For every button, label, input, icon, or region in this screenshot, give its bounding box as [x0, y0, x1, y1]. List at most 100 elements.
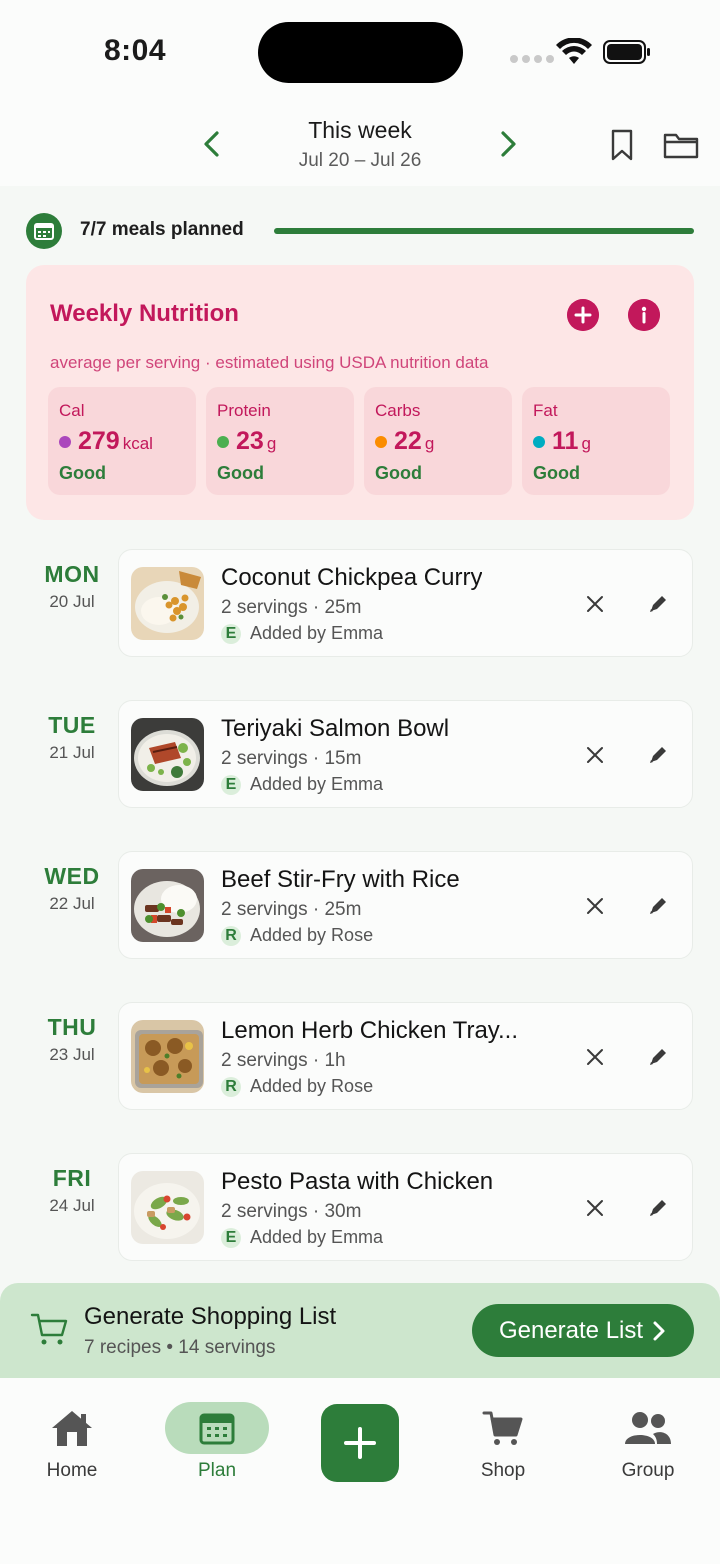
- edit-meal-button[interactable]: [647, 1046, 669, 1068]
- tab-label: Shop: [480, 1460, 526, 1481]
- meal-row-fri: FRI 24 Jul Pesto Pasta with Chicken 2 se…: [0, 1153, 720, 1261]
- home-icon: [20, 1402, 124, 1454]
- day-date: 23 Jul: [49, 1045, 95, 1064]
- add-button[interactable]: [321, 1404, 399, 1482]
- nutrition-subtitle: average per serving · estimated using US…: [50, 353, 489, 372]
- nutrient-unit: g: [424, 434, 435, 453]
- meal-card[interactable]: Lemon Herb Chicken Tray... 2 servings · …: [118, 1002, 693, 1110]
- day-name: FRI: [52, 1165, 92, 1191]
- meal-card[interactable]: Teriyaki Salmon Bowl 2 servings · 15m EA…: [118, 700, 693, 808]
- generate-list-button[interactable]: Generate List: [472, 1304, 694, 1357]
- nutrient-value: 11: [552, 427, 579, 455]
- nutrient-value: 23: [236, 427, 264, 455]
- nutrient-dot: [59, 435, 71, 448]
- recipe-meta: 2 servings · 25m: [221, 597, 362, 618]
- user-avatar: E: [221, 623, 241, 644]
- tab-home[interactable]: Home: [17, 1402, 127, 1482]
- recipe-name: Lemon Herb Chicken Tray...: [221, 1017, 519, 1044]
- bookmark-icon[interactable]: [608, 128, 636, 162]
- generate-list-label: Generate List: [498, 1316, 644, 1344]
- meal-card[interactable]: Beef Stir-Fry with Rice 2 servings · 25m…: [118, 851, 693, 959]
- day-name: MON: [44, 561, 100, 587]
- progress-bar-fill: [274, 228, 694, 234]
- nutrient-value: 22: [394, 427, 422, 455]
- remove-meal-button[interactable]: [584, 744, 606, 766]
- wifi-icon: [556, 38, 592, 64]
- recipe-name: Beef Stir-Fry with Rice: [221, 866, 460, 893]
- status-bar: 8:04: [0, 0, 720, 100]
- group-icon: [596, 1402, 700, 1454]
- remove-meal-button[interactable]: [584, 1197, 606, 1219]
- nutrient-status: Good: [375, 463, 422, 483]
- day-label: MON 20 Jul: [22, 561, 122, 612]
- nutrition-cell-protein: Protein 23 g Good: [206, 387, 354, 495]
- recipe-name: Coconut Chickpea Curry: [221, 564, 483, 591]
- nutrient-name: Carbs: [375, 401, 421, 420]
- recipe-thumbnail: [131, 869, 204, 942]
- nutrition-title: Weekly Nutrition: [50, 300, 239, 327]
- day-date: 24 Jul: [49, 1196, 95, 1215]
- calendar-icon: [26, 213, 62, 249]
- day-label: THU 23 Jul: [22, 1014, 122, 1065]
- next-week-button[interactable]: [494, 128, 522, 160]
- recipe-thumbnail: [131, 718, 204, 791]
- edit-meal-button[interactable]: [647, 593, 669, 615]
- progress-bar: [274, 228, 694, 234]
- nutrition-cell-fat: Fat 11 g Good: [522, 387, 670, 495]
- meal-card[interactable]: Coconut Chickpea Curry 2 servings · 25m …: [118, 549, 693, 657]
- remove-meal-button[interactable]: [584, 895, 606, 917]
- added-by-label: Added by Emma: [250, 1227, 384, 1247]
- added-by-label: Added by Rose: [250, 1076, 374, 1096]
- meal-row-mon: MON 20 Jul Coconut Chickpea Curry 2 serv…: [0, 549, 720, 657]
- user-avatar: E: [221, 1227, 241, 1248]
- shopping-list-bar: Generate Shopping List 7 recipes • 14 se…: [0, 1283, 720, 1378]
- user-avatar: E: [221, 774, 241, 795]
- remove-meal-button[interactable]: [584, 1046, 606, 1068]
- status-time: 8:04: [104, 34, 167, 67]
- tab-label: Home: [46, 1460, 98, 1481]
- recipe-meta: 2 servings · 25m: [221, 899, 362, 920]
- tab-shop[interactable]: Shop: [448, 1402, 558, 1482]
- plus-icon: [344, 1427, 376, 1459]
- week-header: This week Jul 20 – Jul 26: [0, 100, 720, 186]
- tab-label: Group: [621, 1460, 675, 1481]
- nutrient-name: Cal: [59, 401, 85, 420]
- day-date: 21 Jul: [49, 743, 95, 762]
- recipe-thumbnail: [131, 1171, 204, 1244]
- edit-meal-button[interactable]: [647, 895, 669, 917]
- add-nutrition-button[interactable]: [567, 299, 599, 331]
- nutrient-status: Good: [533, 463, 580, 483]
- user-avatar: R: [221, 925, 241, 946]
- added-by-label: Added by Rose: [250, 925, 374, 945]
- added-by-label: Added by Emma: [250, 623, 384, 643]
- edit-meal-button[interactable]: [647, 744, 669, 766]
- added-by: R Added by Rose: [221, 1076, 373, 1097]
- added-by: E Added by Emma: [221, 623, 383, 644]
- user-avatar: R: [221, 1076, 241, 1097]
- info-button[interactable]: [628, 299, 660, 331]
- calendar-icon: [165, 1402, 269, 1454]
- day-date: 20 Jul: [49, 592, 95, 611]
- nutrient-dot: [375, 435, 387, 448]
- meal-row-wed: WED 22 Jul Beef Stir-Fry with Rice 2 ser…: [0, 851, 720, 959]
- nutrient-name: Fat: [533, 401, 558, 420]
- edit-meal-button[interactable]: [647, 1197, 669, 1219]
- meal-card[interactable]: Pesto Pasta with Chicken 2 servings · 30…: [118, 1153, 693, 1261]
- tab-plan[interactable]: Plan: [162, 1402, 272, 1482]
- shopping-list-subtitle: 7 recipes • 14 servings: [84, 1337, 276, 1358]
- nutrient-status: Good: [59, 463, 106, 483]
- recipe-name: Pesto Pasta with Chicken: [221, 1168, 494, 1195]
- added-by: E Added by Emma: [221, 1227, 383, 1248]
- recipe-thumbnail: [131, 567, 204, 640]
- recipe-meta: 2 servings · 30m: [221, 1201, 362, 1222]
- remove-meal-button[interactable]: [584, 593, 606, 615]
- day-name: WED: [44, 863, 100, 889]
- tab-group[interactable]: Group: [593, 1402, 703, 1482]
- nutrient-unit: g: [266, 434, 277, 453]
- recipe-meta: 2 servings · 1h: [221, 1050, 346, 1071]
- day-label: WED 22 Jul: [22, 863, 122, 914]
- meal-row-tue: TUE 21 Jul Teriyaki Salmon Bowl 2 servin…: [0, 700, 720, 808]
- shopping-list-title: Generate Shopping List: [84, 1303, 337, 1330]
- folder-icon[interactable]: [663, 130, 699, 160]
- recipe-meta: 2 servings · 15m: [221, 748, 362, 769]
